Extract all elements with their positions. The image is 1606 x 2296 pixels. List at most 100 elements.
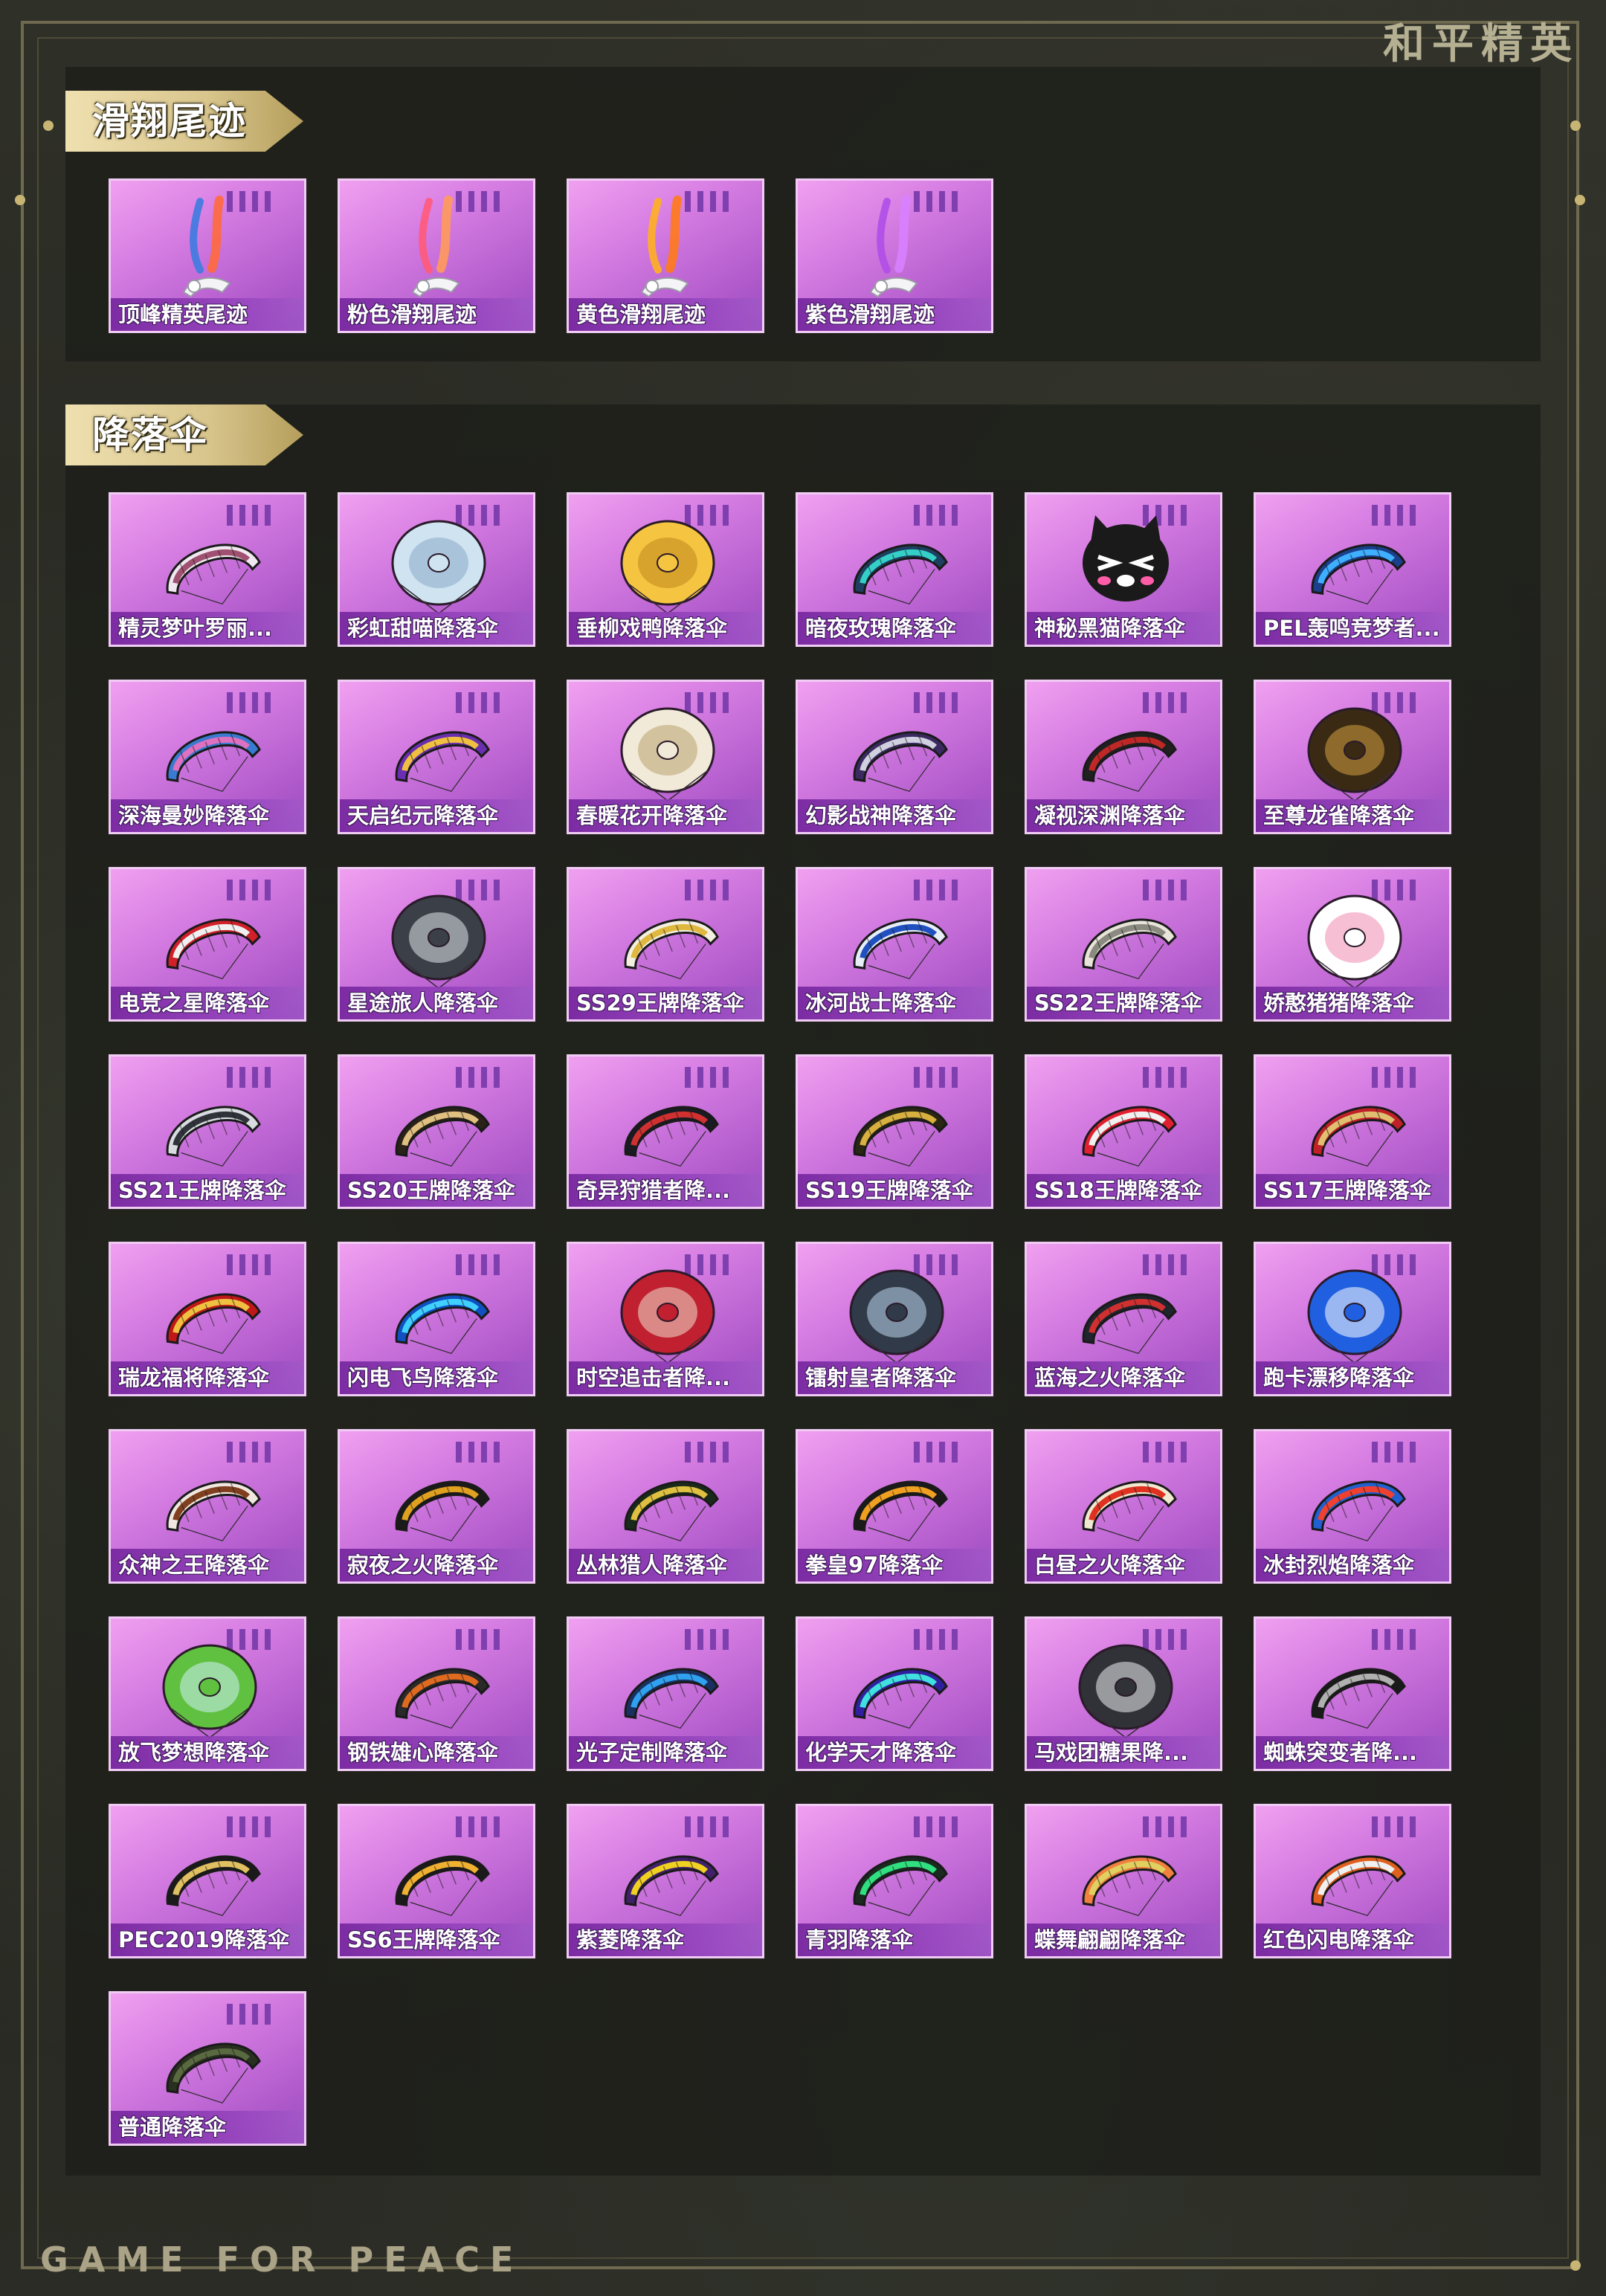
parachute-card[interactable]: 化学天才降落伞 <box>796 1616 993 1771</box>
frame-rivet <box>15 195 25 205</box>
frame-rivet <box>1570 2260 1581 2271</box>
item-name: 春暖花开降落伞 <box>569 799 762 832</box>
trail-card[interactable]: 黄色滑翔尾迹 <box>567 178 764 333</box>
parachute-card[interactable]: 冰封烈焰降落伞 <box>1254 1429 1451 1584</box>
parachute-card[interactable]: 普通降落伞 <box>109 1991 306 2146</box>
item-name: 蝶舞翩翩降落伞 <box>1027 1923 1220 1956</box>
parachute-icon <box>1311 544 1406 605</box>
parachute-card[interactable]: PEC2019降落伞 <box>109 1804 306 1958</box>
parachute-card[interactable]: 众神之王降落伞 <box>109 1429 306 1584</box>
item-name: 幻影战神降落伞 <box>798 799 991 832</box>
item-name: 至尊龙雀降落伞 <box>1256 799 1449 832</box>
parachute-card[interactable]: 丛林猎人降落伞 <box>567 1429 764 1584</box>
parachute-card[interactable]: 紫菱降落伞 <box>567 1804 764 1958</box>
parachute-card[interactable]: 垂柳戏鸭降落伞 <box>567 492 764 647</box>
parachute-card[interactable]: 时空追击者降... <box>567 1242 764 1396</box>
parachute-card[interactable]: SS22王牌降落伞 <box>1025 867 1222 1022</box>
parachute-card[interactable]: 星途旅人降落伞 <box>338 867 535 1022</box>
parachute-card[interactable]: 光子定制降落伞 <box>567 1616 764 1771</box>
parachute-card[interactable]: 马戏团糖果降... <box>1025 1616 1222 1771</box>
parachute-icon <box>395 1106 490 1167</box>
item-name: 青羽降落伞 <box>798 1923 991 1956</box>
item-name: 时空追击者降... <box>569 1361 762 1394</box>
item-name: 精灵梦叶罗丽... <box>111 612 304 645</box>
parachute-card[interactable]: 暗夜玫瑰降落伞 <box>796 492 993 647</box>
parachute-card[interactable]: SS19王牌降落伞 <box>796 1054 993 1209</box>
parachute-icon <box>853 1480 948 1542</box>
parachute-card[interactable]: SS21王牌降落伞 <box>109 1054 306 1209</box>
parachute-card[interactable]: 神秘黑猫降落伞 <box>1025 492 1222 647</box>
parachute-card[interactable]: PEL轰鸣竞梦者... <box>1254 492 1451 647</box>
parachute-icon <box>166 2042 261 2104</box>
parachute-icon <box>395 1668 490 1729</box>
parachute-card[interactable]: 电竞之星降落伞 <box>109 867 306 1022</box>
item-name: 化学天才降落伞 <box>798 1736 991 1769</box>
parachute-card[interactable]: 幻影战神降落伞 <box>796 680 993 834</box>
parachute-card[interactable]: 拳皇97降落伞 <box>796 1429 993 1584</box>
parachute-card[interactable]: 红色闪电降落伞 <box>1254 1804 1451 1958</box>
trail-card[interactable]: 顶峰精英尾迹 <box>109 178 306 333</box>
parachute-card[interactable]: 精灵梦叶罗丽... <box>109 492 306 647</box>
parachute-icon <box>1307 1269 1402 1364</box>
parachute-card[interactable]: 跑卡漂移降落伞 <box>1254 1242 1451 1396</box>
item-name: SS17王牌降落伞 <box>1256 1174 1449 1207</box>
parachute-card[interactable]: SS6王牌降落伞 <box>338 1804 535 1958</box>
item-name: 蓝海之火降落伞 <box>1027 1361 1220 1394</box>
item-name: 深海曼妙降落伞 <box>111 799 304 832</box>
parachute-card[interactable]: 娇憨猪猪降落伞 <box>1254 867 1451 1022</box>
parachute-card[interactable]: 青羽降落伞 <box>796 1804 993 1958</box>
parachute-card[interactable]: 白昼之火降落伞 <box>1025 1429 1222 1584</box>
brand-logo-cn: 和平精英 <box>1383 20 1579 68</box>
parachute-card[interactable]: 冰河战士降落伞 <box>796 867 993 1022</box>
item-name: 彩虹甜喵降落伞 <box>340 612 533 645</box>
parachute-card[interactable]: 春暖花开降落伞 <box>567 680 764 834</box>
trail-card[interactable]: 紫色滑翔尾迹 <box>796 178 993 333</box>
frame-rivet <box>1575 195 1585 205</box>
parachute-card[interactable]: 瑞龙福将降落伞 <box>109 1242 306 1396</box>
item-name: SS20王牌降落伞 <box>340 1174 533 1207</box>
parachute-card[interactable]: 至尊龙雀降落伞 <box>1254 680 1451 834</box>
item-name: SS22王牌降落伞 <box>1027 987 1220 1019</box>
parachute-icon <box>395 1855 490 1917</box>
parachute-card[interactable]: 蝶舞翩翩降落伞 <box>1025 1804 1222 1958</box>
item-name: 丛林猎人降落伞 <box>569 1549 762 1581</box>
parachute-card[interactable]: SS18王牌降落伞 <box>1025 1054 1222 1209</box>
parachute-icon <box>1082 1855 1177 1917</box>
parachute-card[interactable]: 寂夜之火降落伞 <box>338 1429 535 1584</box>
item-name: 镭射皇者降落伞 <box>798 1361 991 1394</box>
item-name: 瑞龙福将降落伞 <box>111 1361 304 1394</box>
trail-icon <box>869 196 918 298</box>
parachute-icon <box>1083 515 1169 602</box>
parachute-icon <box>166 1293 261 1355</box>
item-name: 蜘蛛突变者降... <box>1256 1736 1449 1769</box>
parachute-card[interactable]: 深海曼妙降落伞 <box>109 680 306 834</box>
item-name: 白昼之火降落伞 <box>1027 1549 1220 1581</box>
item-name: 紫色滑翔尾迹 <box>798 298 991 331</box>
parachute-card[interactable]: 彩虹甜喵降落伞 <box>338 492 535 647</box>
parachute-card[interactable]: SS29王牌降落伞 <box>567 867 764 1022</box>
parachute-card[interactable]: 凝视深渊降落伞 <box>1025 680 1222 834</box>
parachute-card[interactable]: 奇异狩猎者降... <box>567 1054 764 1209</box>
parachute-icon <box>166 918 261 980</box>
parachute-card[interactable]: 镭射皇者降落伞 <box>796 1242 993 1396</box>
parachute-card[interactable]: 闪电飞鸟降落伞 <box>338 1242 535 1396</box>
parachute-card[interactable]: 天启纪元降落伞 <box>338 680 535 834</box>
parachute-icon <box>849 1269 944 1364</box>
parachute-card[interactable]: 蜘蛛突变者降... <box>1254 1616 1451 1771</box>
trail-icon <box>411 196 460 298</box>
parachute-card[interactable]: 蓝海之火降落伞 <box>1025 1242 1222 1396</box>
parachute-card[interactable]: 钢铁雄心降落伞 <box>338 1616 535 1771</box>
parachute-icon <box>853 544 948 605</box>
item-name: 冰河战士降落伞 <box>798 987 991 1019</box>
parachute-card[interactable]: 放飞梦想降落伞 <box>109 1616 306 1771</box>
parachute-card[interactable]: SS17王牌降落伞 <box>1254 1054 1451 1209</box>
trail-card[interactable]: 粉色滑翔尾迹 <box>338 178 535 333</box>
parachute-icon <box>166 544 261 605</box>
parachute-icon <box>853 1855 948 1917</box>
parachute-icon <box>166 1480 261 1542</box>
item-name: SS6王牌降落伞 <box>340 1923 533 1956</box>
parachute-icon <box>1311 1106 1406 1167</box>
parachute-icon <box>1311 1668 1406 1729</box>
parachute-card[interactable]: SS20王牌降落伞 <box>338 1054 535 1209</box>
parachute-icon <box>624 1480 719 1542</box>
